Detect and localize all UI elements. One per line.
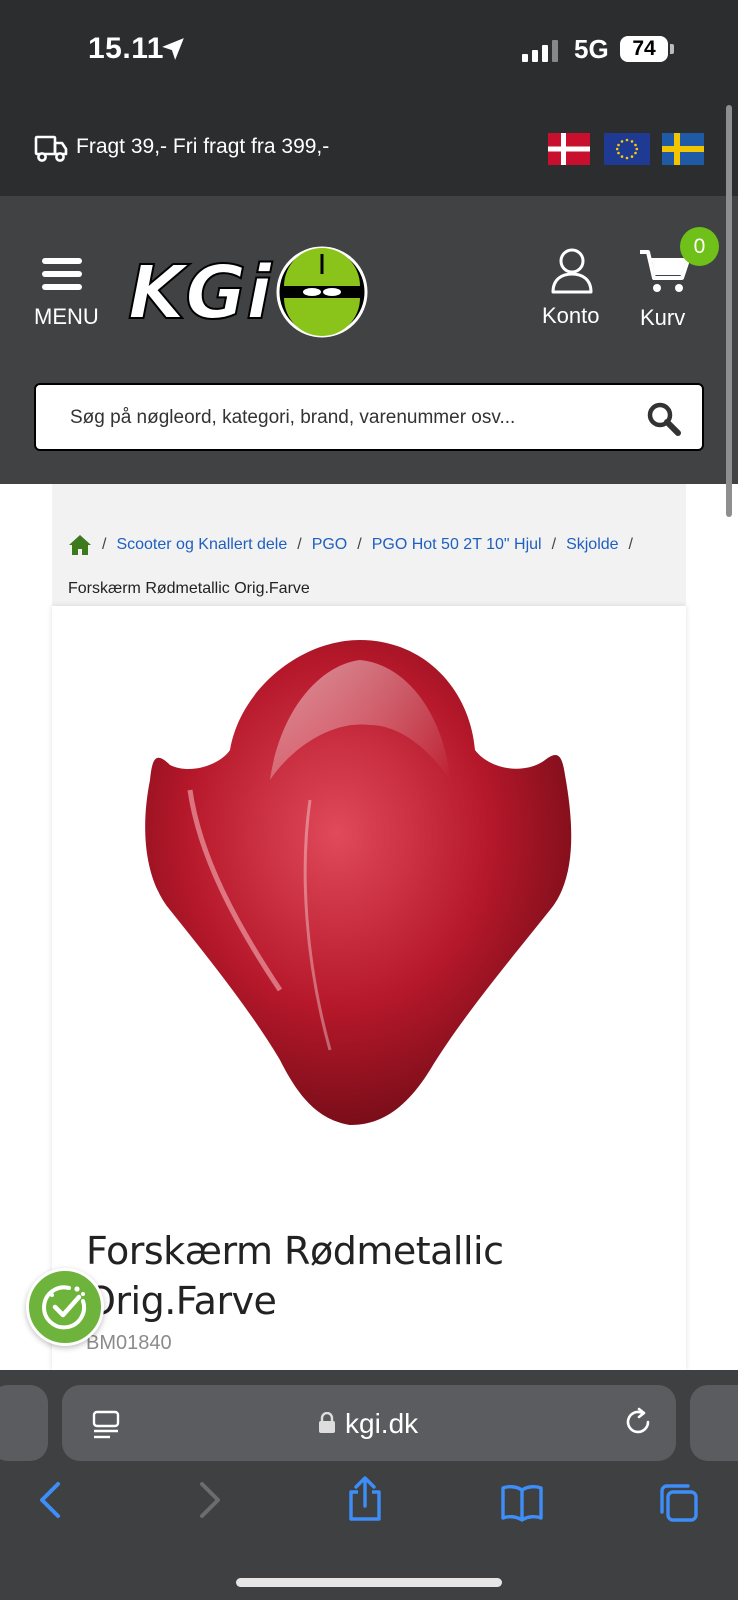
cart-button[interactable]: Kurv [634,248,694,332]
battery-level: 74 [632,37,656,60]
breadcrumb-link-scooter[interactable]: Scooter og Knallert dele [116,536,287,554]
breadcrumb-separator: / [628,536,633,553]
menu-label: MENU [34,304,99,329]
signal-icon [522,40,558,62]
breadcrumb-separator: / [297,536,302,553]
cart-count-badge: 0 [680,227,719,266]
user-icon [551,248,593,294]
battery-icon: 74 [620,36,668,62]
product-sku: BM01840 [86,1332,172,1354]
next-tab-preview[interactable] [690,1385,738,1461]
status-time: 15.11 [88,32,164,65]
reader-mode-icon[interactable] [92,1410,120,1440]
breadcrumb-separator: / [357,536,362,553]
breadcrumb-separator: / [551,536,557,553]
reload-icon[interactable] [622,1406,654,1438]
search-box [34,383,704,451]
breadcrumb-link-pgo-hot[interactable]: PGO Hot 50 2T 10" Hjul [372,536,542,554]
cart-label: Kurv [640,305,686,330]
lock-icon [319,1412,335,1433]
url-text[interactable]: kgi.dk [345,1408,418,1440]
share-icon[interactable] [346,1476,384,1522]
breadcrumb-link-pgo[interactable]: PGO [312,536,348,554]
search-icon[interactable] [646,401,682,437]
status-bar: 15.11 5G 74 [0,0,738,100]
logo-text: KGi [128,250,273,336]
home-icon[interactable] [68,534,92,556]
account-button[interactable]: Konto [540,248,604,328]
bookmarks-icon[interactable] [500,1484,544,1522]
truck-icon [34,135,68,162]
search-input[interactable] [70,403,630,433]
kgi-logo[interactable]: KGi [126,246,370,338]
location-arrow-icon [162,38,184,60]
account-label: Konto [542,303,600,328]
breadcrumb-separator: / [102,536,107,553]
forward-icon[interactable] [196,1480,224,1520]
breadcrumb-link-skjolde[interactable]: Skjolde [566,536,618,554]
home-indicator[interactable] [236,1578,502,1587]
scrollbar[interactable] [726,105,732,517]
shipping-text: Fragt 39,- Fri fragt fra 399,- [76,135,330,158]
breadcrumb: / Scooter og Knallert dele / PGO / PGO H… [68,534,643,556]
tabs-icon[interactable] [658,1482,700,1524]
breadcrumb-current: Forskærm Rødmetallic Orig.Farve [68,580,310,597]
sweden-flag-icon[interactable] [662,133,704,165]
accessibility-check-icon [42,1285,87,1330]
product-title: Forskærm Rødmetallic Orig.Farve [86,1229,504,1323]
denmark-flag-icon[interactable] [548,133,590,165]
back-icon[interactable] [36,1480,64,1520]
eu-flag-icon[interactable] [604,133,650,165]
previous-tab-preview[interactable] [0,1385,48,1461]
menu-button[interactable]: MENU [32,254,99,329]
product-image[interactable] [130,630,600,1150]
network-type: 5G [574,34,609,64]
accessibility-button[interactable] [26,1268,104,1346]
battery-tip [670,44,674,54]
